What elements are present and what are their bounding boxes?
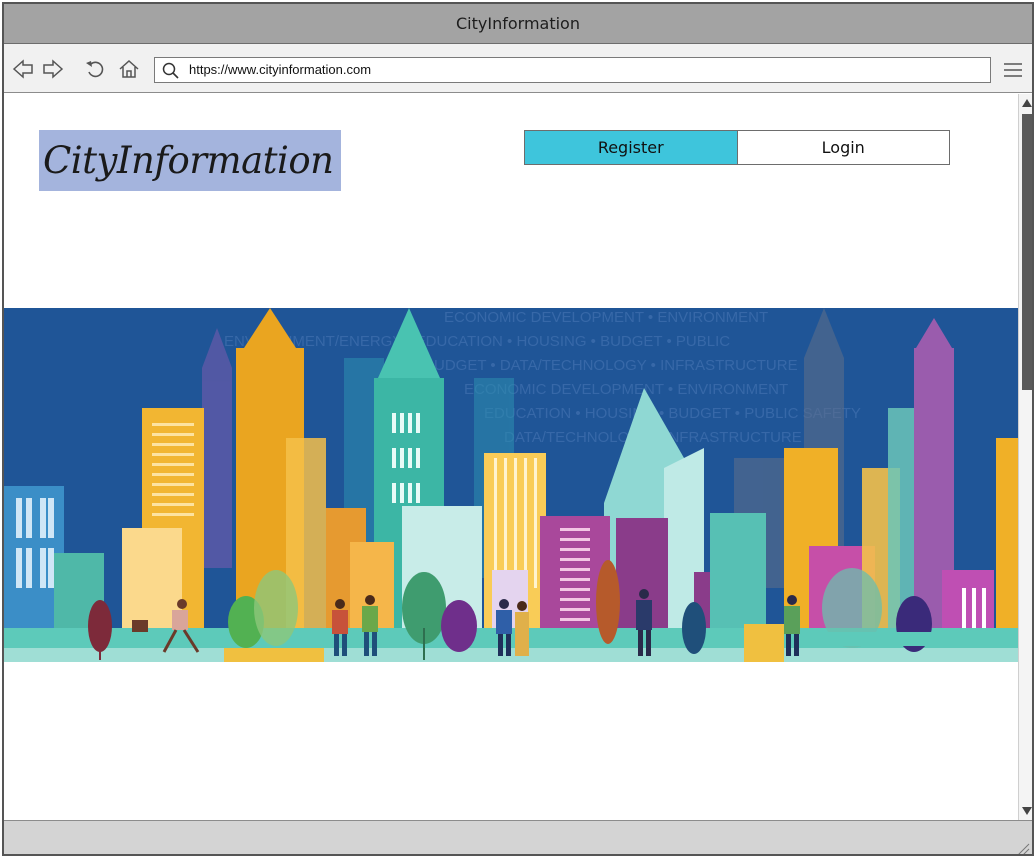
bg-text-line: ECONOMIC DEVELOPMENT • ENVIRONMENT bbox=[444, 309, 768, 326]
scroll-down-arrow-icon[interactable] bbox=[1020, 804, 1032, 818]
home-icon[interactable] bbox=[116, 56, 142, 82]
auth-button-group: Register Login bbox=[524, 130, 950, 165]
forward-icon[interactable] bbox=[40, 56, 66, 82]
window-title: CityInformation bbox=[456, 14, 580, 33]
browser-window: CityInformation https://www.cityinformat… bbox=[2, 2, 1034, 856]
bg-text-line: BUDGET • DATA/TECHNOLOGY • INFRASTRUCTUR… bbox=[424, 357, 798, 374]
scrollbar-thumb[interactable] bbox=[1022, 114, 1032, 390]
browser-toolbar: https://www.cityinformation.com bbox=[4, 44, 1032, 93]
resize-grip-icon[interactable] bbox=[1014, 840, 1030, 854]
search-icon bbox=[161, 61, 181, 81]
address-bar[interactable]: https://www.cityinformation.com bbox=[154, 57, 991, 83]
hamburger-menu-icon[interactable] bbox=[1000, 57, 1026, 83]
register-button[interactable]: Register bbox=[525, 131, 738, 164]
reload-icon[interactable] bbox=[82, 56, 108, 82]
site-logo[interactable]: CityInformation bbox=[39, 130, 341, 191]
city-skyline-illustration: ECONOMIC DEVELOPMENT • ENVIRONMENT ENVIR… bbox=[4, 308, 1018, 662]
bg-text-line: ENVIRONMENT/ENERGY • EDUCATION • HOUSING… bbox=[224, 333, 730, 350]
logo-text: CityInformation bbox=[43, 139, 334, 182]
page-viewport: CityInformation Register Login ECONOMIC … bbox=[4, 94, 1018, 820]
scroll-up-arrow-icon[interactable] bbox=[1020, 96, 1032, 110]
window-titlebar: CityInformation bbox=[4, 4, 1032, 44]
url-text[interactable]: https://www.cityinformation.com bbox=[189, 62, 371, 77]
back-icon[interactable] bbox=[10, 56, 36, 82]
login-button[interactable]: Login bbox=[737, 131, 949, 164]
status-bar bbox=[4, 820, 1032, 854]
hero-banner: ECONOMIC DEVELOPMENT • ENVIRONMENT ENVIR… bbox=[4, 308, 1018, 662]
vertical-scrollbar[interactable] bbox=[1018, 94, 1032, 820]
